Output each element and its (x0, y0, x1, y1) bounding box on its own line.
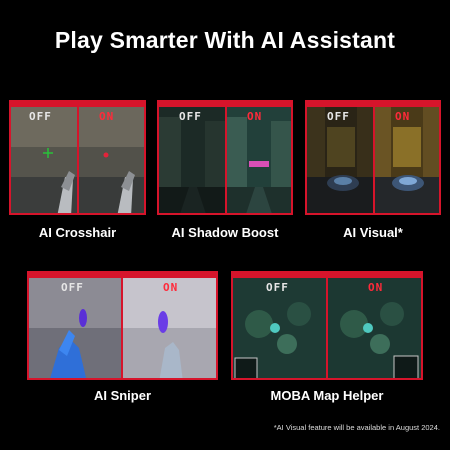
comparison-on-panel: ON (373, 107, 439, 213)
page-title: Play Smarter With AI Assistant (54, 27, 396, 53)
comparison-off-panel: OFF (29, 278, 123, 378)
feature-card-ai-crosshair: OFF ON (9, 100, 146, 215)
feature-card-ai-sniper: OFF ON (27, 271, 218, 380)
comparison-on-panel: ON (77, 107, 144, 213)
on-label: ON (99, 110, 115, 123)
feature-card-ai-visual: OFF ON (305, 100, 441, 215)
comparison-off-panel: OFF (159, 107, 227, 213)
on-label: ON (395, 110, 411, 123)
on-label: ON (368, 281, 384, 294)
on-label: ON (247, 110, 263, 123)
feature-caption: MOBA Map Helper (270, 388, 384, 403)
comparison-on-panel: ON (326, 278, 421, 378)
off-label: OFF (266, 281, 289, 294)
comparison-off-panel: OFF (11, 107, 79, 213)
off-label: OFF (179, 110, 202, 123)
footnote: *AI Visual feature will be available in … (273, 423, 440, 432)
feature-card-moba-map-helper: OFF ON (231, 271, 423, 380)
off-label: OFF (327, 110, 350, 123)
feature-caption: AI Visual* (343, 225, 403, 240)
on-label: ON (163, 281, 179, 294)
feature-caption: AI Shadow Boost (171, 225, 279, 240)
feature-caption: AI Sniper (93, 388, 152, 403)
comparison-on-panel: ON (225, 107, 291, 213)
feature-card-ai-shadow-boost: OFF ON (157, 100, 293, 215)
comparison-on-panel: ON (121, 278, 216, 378)
off-label: OFF (29, 110, 52, 123)
comparison-off-panel: OFF (233, 278, 328, 378)
off-label: OFF (61, 281, 84, 294)
feature-caption: AI Crosshair (38, 225, 117, 240)
comparison-off-panel: OFF (307, 107, 375, 213)
